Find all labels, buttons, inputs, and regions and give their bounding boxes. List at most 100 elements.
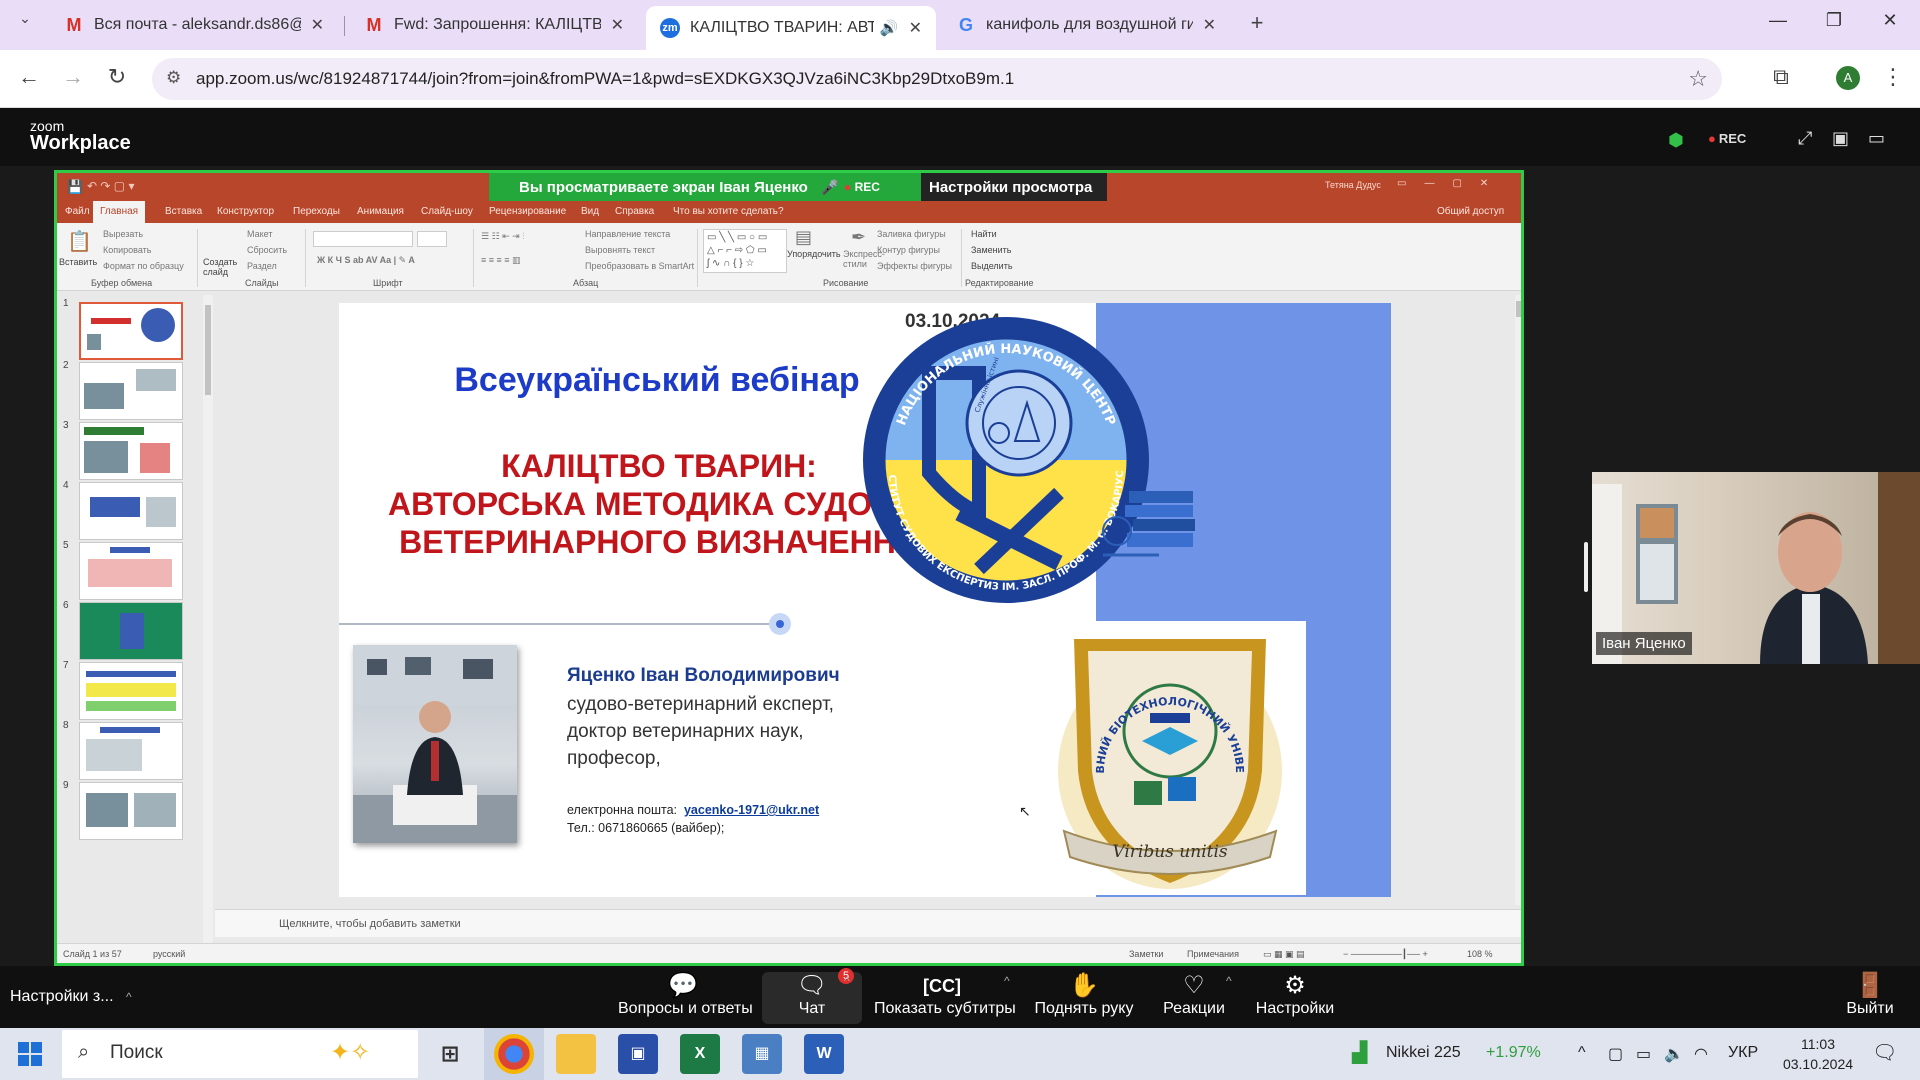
ppt-tab-help[interactable]: Справка — [615, 206, 654, 217]
ppt-tab-design[interactable]: Конструктор — [217, 206, 274, 217]
encryption-shield-icon[interactable]: ⬢ — [1668, 130, 1684, 151]
text-direction-button[interactable]: Направление текста — [585, 229, 670, 239]
restore-icon[interactable]: ❐ — [1814, 10, 1854, 31]
paste-icon[interactable]: 📋 — [67, 229, 92, 254]
font-size-field[interactable] — [417, 231, 447, 247]
task-view-icon[interactable]: ⊞ — [430, 1034, 470, 1074]
slide-thumbnail[interactable] — [79, 302, 183, 360]
tab-zoom-meeting[interactable]: zm КАЛІЦТВО ТВАРИН: АВТОР 🔊 ✕ — [646, 6, 936, 50]
ppt-tab-transitions[interactable]: Переходы — [293, 206, 340, 217]
paste-button[interactable]: Вставить — [59, 257, 97, 267]
address-bar[interactable]: ⚙ app.zoom.us/wc/81924871744/join?from=j… — [152, 58, 1722, 100]
back-icon[interactable]: ← — [14, 64, 44, 90]
tab-search-icon[interactable]: ⌄ — [10, 10, 40, 27]
ppt-tab-animations[interactable]: Анимация — [357, 206, 404, 217]
reactions-button[interactable]: ♡ Реакции — [1156, 972, 1232, 1024]
ppt-tab-review[interactable]: Рецензирование — [489, 206, 566, 217]
slide-thumbnail[interactable] — [79, 602, 183, 660]
align-icons[interactable]: ≡ ≡ ≡ ≡ ▥ — [481, 255, 521, 266]
word-icon[interactable]: W — [804, 1034, 844, 1074]
list-icons[interactable]: ☰ ☷ ⇤ ⇥ ⫶ — [481, 231, 524, 242]
site-info-icon[interactable]: ⚙ — [166, 68, 181, 88]
wifi-icon[interactable]: ◠ — [1694, 1044, 1708, 1064]
file-explorer-icon[interactable] — [556, 1034, 596, 1074]
recording-indicator[interactable]: ● REC — [1708, 131, 1746, 146]
shapes-gallery[interactable]: ▭ ╲ ╲ ▭ ○ ▭ △ ⌐ ⌐ ⇨ ⬠ ▭ ʃ ∿ ∩ { } ☆ — [703, 229, 787, 273]
captions-button[interactable]: [CC] Показать субтитры — [874, 972, 1016, 1024]
ppt-tell-me[interactable]: Что вы хотите сделать? — [673, 206, 784, 217]
slide-thumbnail[interactable] — [79, 362, 183, 420]
chrome-taskbar-icon[interactable] — [494, 1034, 534, 1074]
comments-toggle[interactable]: Примечания — [1187, 949, 1239, 959]
notifications-icon[interactable]: 🗨 — [1872, 1040, 1897, 1065]
layout-button[interactable]: Макет — [247, 229, 272, 239]
speaker-email-link[interactable]: yacenko-1971@ukr.net — [684, 803, 819, 817]
minimize-icon[interactable]: — — [1758, 10, 1798, 31]
view-options-button[interactable]: Настройки просмотра — [921, 173, 1107, 202]
copy-button[interactable]: Копировать — [103, 245, 151, 255]
stock-name[interactable]: Nikkei 225 — [1386, 1044, 1461, 1062]
cut-button[interactable]: Вырезать — [103, 229, 143, 239]
input-language[interactable]: УКР — [1728, 1044, 1758, 1062]
zoom-slider[interactable]: − ────────┃── + — [1343, 949, 1428, 960]
reset-button[interactable]: Сбросить — [247, 245, 287, 255]
slide-thumbnail[interactable] — [79, 722, 183, 780]
bold-italic-underline-icons[interactable]: Ж К Ч S ab AV Aa | ✎ A — [317, 255, 415, 266]
meet-now-icon[interactable]: ▢ — [1608, 1044, 1623, 1064]
speaker-icon[interactable]: 🔊 — [880, 19, 899, 37]
tab-google-search[interactable]: G канифоль для воздушной гим ✕ — [942, 6, 1230, 44]
replace-button[interactable]: Заменить — [971, 245, 1011, 255]
align-text-button[interactable]: Выровнять текст — [585, 245, 655, 255]
new-tab-icon[interactable]: + — [1242, 10, 1272, 36]
close-icon[interactable]: ✕ — [1203, 15, 1216, 35]
ppt-window-controls[interactable]: ▭—▢✕ — [1397, 178, 1506, 189]
profile-avatar[interactable]: A — [1836, 66, 1860, 90]
forward-icon[interactable]: → — [58, 64, 88, 90]
section-button[interactable]: Раздел — [247, 261, 277, 271]
find-button[interactable]: Найти — [971, 229, 997, 239]
tab-gmail-inbox[interactable]: M Вся почта - aleksandr.ds86@gm ✕ — [50, 6, 338, 44]
save-app-icon[interactable]: ▣ — [618, 1034, 658, 1074]
window-close-icon[interactable]: ✕ — [1870, 10, 1910, 31]
language-status[interactable]: русский — [153, 949, 185, 959]
taskbar-search[interactable]: ⌕ Поиск ✦✧ — [62, 1030, 418, 1078]
quick-styles-icon[interactable]: ✒ — [851, 227, 866, 248]
smartart-button[interactable]: Преобразовать в SmartArt — [585, 261, 694, 271]
ppt-tab-home[interactable]: Главная — [93, 201, 146, 223]
windows-start-icon[interactable] — [18, 1042, 42, 1066]
fullscreen-icon[interactable]: ⤢ — [1798, 128, 1812, 149]
view-layout-icon[interactable]: ▣ — [1832, 128, 1849, 149]
shape-effects-button[interactable]: Эффекты фигуры — [877, 261, 952, 271]
scrollbar-thumb[interactable] — [1516, 301, 1521, 317]
taskbar-clock[interactable]: 11:03 03.10.2024 — [1778, 1034, 1858, 1074]
chat-options-caret-icon[interactable]: ^ — [844, 974, 850, 988]
gallery-view-icon[interactable]: ▭ — [1868, 128, 1885, 149]
captions-options-caret-icon[interactable]: ^ — [1004, 974, 1010, 988]
notes-pane[interactable]: Щелкните, чтобы добавить заметки — [215, 909, 1521, 937]
ppt-tab-file[interactable]: Файл — [65, 206, 90, 217]
leave-button[interactable]: 🚪 Выйти — [1840, 972, 1900, 1024]
shape-fill-button[interactable]: Заливка фигуры — [877, 229, 946, 239]
battery-icon[interactable]: ▭ — [1636, 1044, 1651, 1064]
slide-thumbnail[interactable] — [79, 542, 183, 600]
scrollbar-thumb[interactable] — [205, 305, 211, 395]
ppt-tab-view[interactable]: Вид — [581, 206, 599, 217]
participant-video[interactable]: Іван Яценко — [1592, 472, 1920, 664]
close-icon[interactable]: ✕ — [909, 18, 922, 38]
undo-icon[interactable]: ↶ ↷ ▢ ▾ — [87, 179, 134, 193]
extensions-icon[interactable]: ⧉ — [1766, 64, 1796, 90]
close-icon[interactable]: ✕ — [611, 15, 624, 35]
shape-outline-button[interactable]: Контур фигуры — [877, 245, 940, 255]
ppt-share-button[interactable]: Общий доступ — [1437, 206, 1504, 217]
slide-thumbnail[interactable] — [79, 782, 183, 840]
view-mode-icons[interactable]: ▭ ▦ ▣ ▤ — [1263, 949, 1305, 960]
panel-resize-handle[interactable] — [1584, 542, 1588, 592]
reload-icon[interactable]: ↻ — [102, 64, 132, 90]
slide-canvas[interactable]: 03.10.2024. Всеукраїнський вебінар КАЛІЦ… — [339, 303, 1391, 897]
new-slide-button[interactable]: Создать слайд — [203, 257, 243, 277]
arrange-button[interactable]: Упорядочить — [787, 249, 841, 259]
settings-button[interactable]: ⚙ Настройки — [1250, 972, 1340, 1024]
bookmark-star-icon[interactable]: ☆ — [1688, 66, 1708, 92]
browser-menu-icon[interactable]: ⋮ — [1878, 64, 1908, 90]
ppt-tab-slideshow[interactable]: Слайд-шоу — [421, 206, 473, 217]
